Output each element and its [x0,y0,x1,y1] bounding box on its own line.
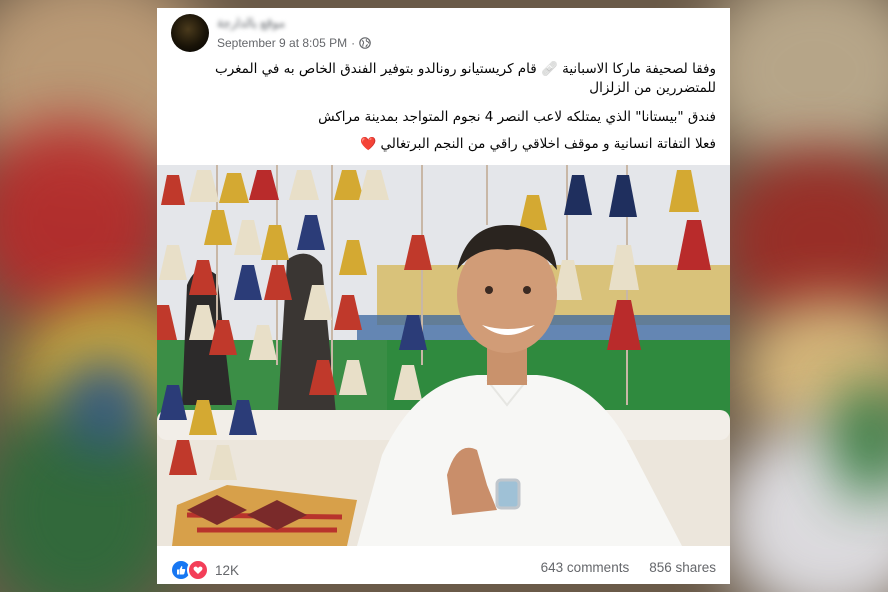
post-photo[interactable] [157,165,730,546]
post-text-line-2: فندق "بيستانا" الذي يمتلكه لاعب النصر 4 … [318,109,716,125]
post-meta: September 9 at 8:05 PM · [217,36,371,50]
reactions-count: 12K [215,562,240,578]
author-name[interactable]: موقع بالدارجة [217,16,301,31]
post-text-line-3-text: فعلا التفاتة انسانية و موقف اخلاقي راقي … [380,136,716,152]
meta-separator: · [351,36,356,50]
post-text-line-1: وفقا لصحيفة ماركا الاسبانية 🩹 قام كريستي… [215,61,716,96]
avatar[interactable] [171,14,209,52]
post-footer: 12K 643 comments 856 shares [157,554,730,584]
post-photo-illustration [157,165,730,546]
globe-icon [359,37,371,49]
post-stats: 643 comments 856 shares [541,560,716,575]
post-timestamp[interactable]: September 9 at 8:05 PM [217,36,347,50]
shares-count[interactable]: 856 shares [649,560,716,575]
post-text-line-3: فعلا التفاتة انسانية و موقف اخلاقي راقي … [167,135,716,154]
facebook-post-card: موقع بالدارجة September 9 at 8:05 PM · و… [157,8,730,584]
post-text: وفقا لصحيفة ماركا الاسبانية 🩹 قام كريستي… [167,60,716,154]
post-header: موقع بالدارجة September 9 at 8:05 PM · [157,8,730,60]
reactions-summary[interactable]: 12K [170,559,239,581]
comments-count[interactable]: 643 comments [541,560,630,575]
heart-emoji: ❤️ [359,137,377,152]
love-icon [187,559,209,581]
